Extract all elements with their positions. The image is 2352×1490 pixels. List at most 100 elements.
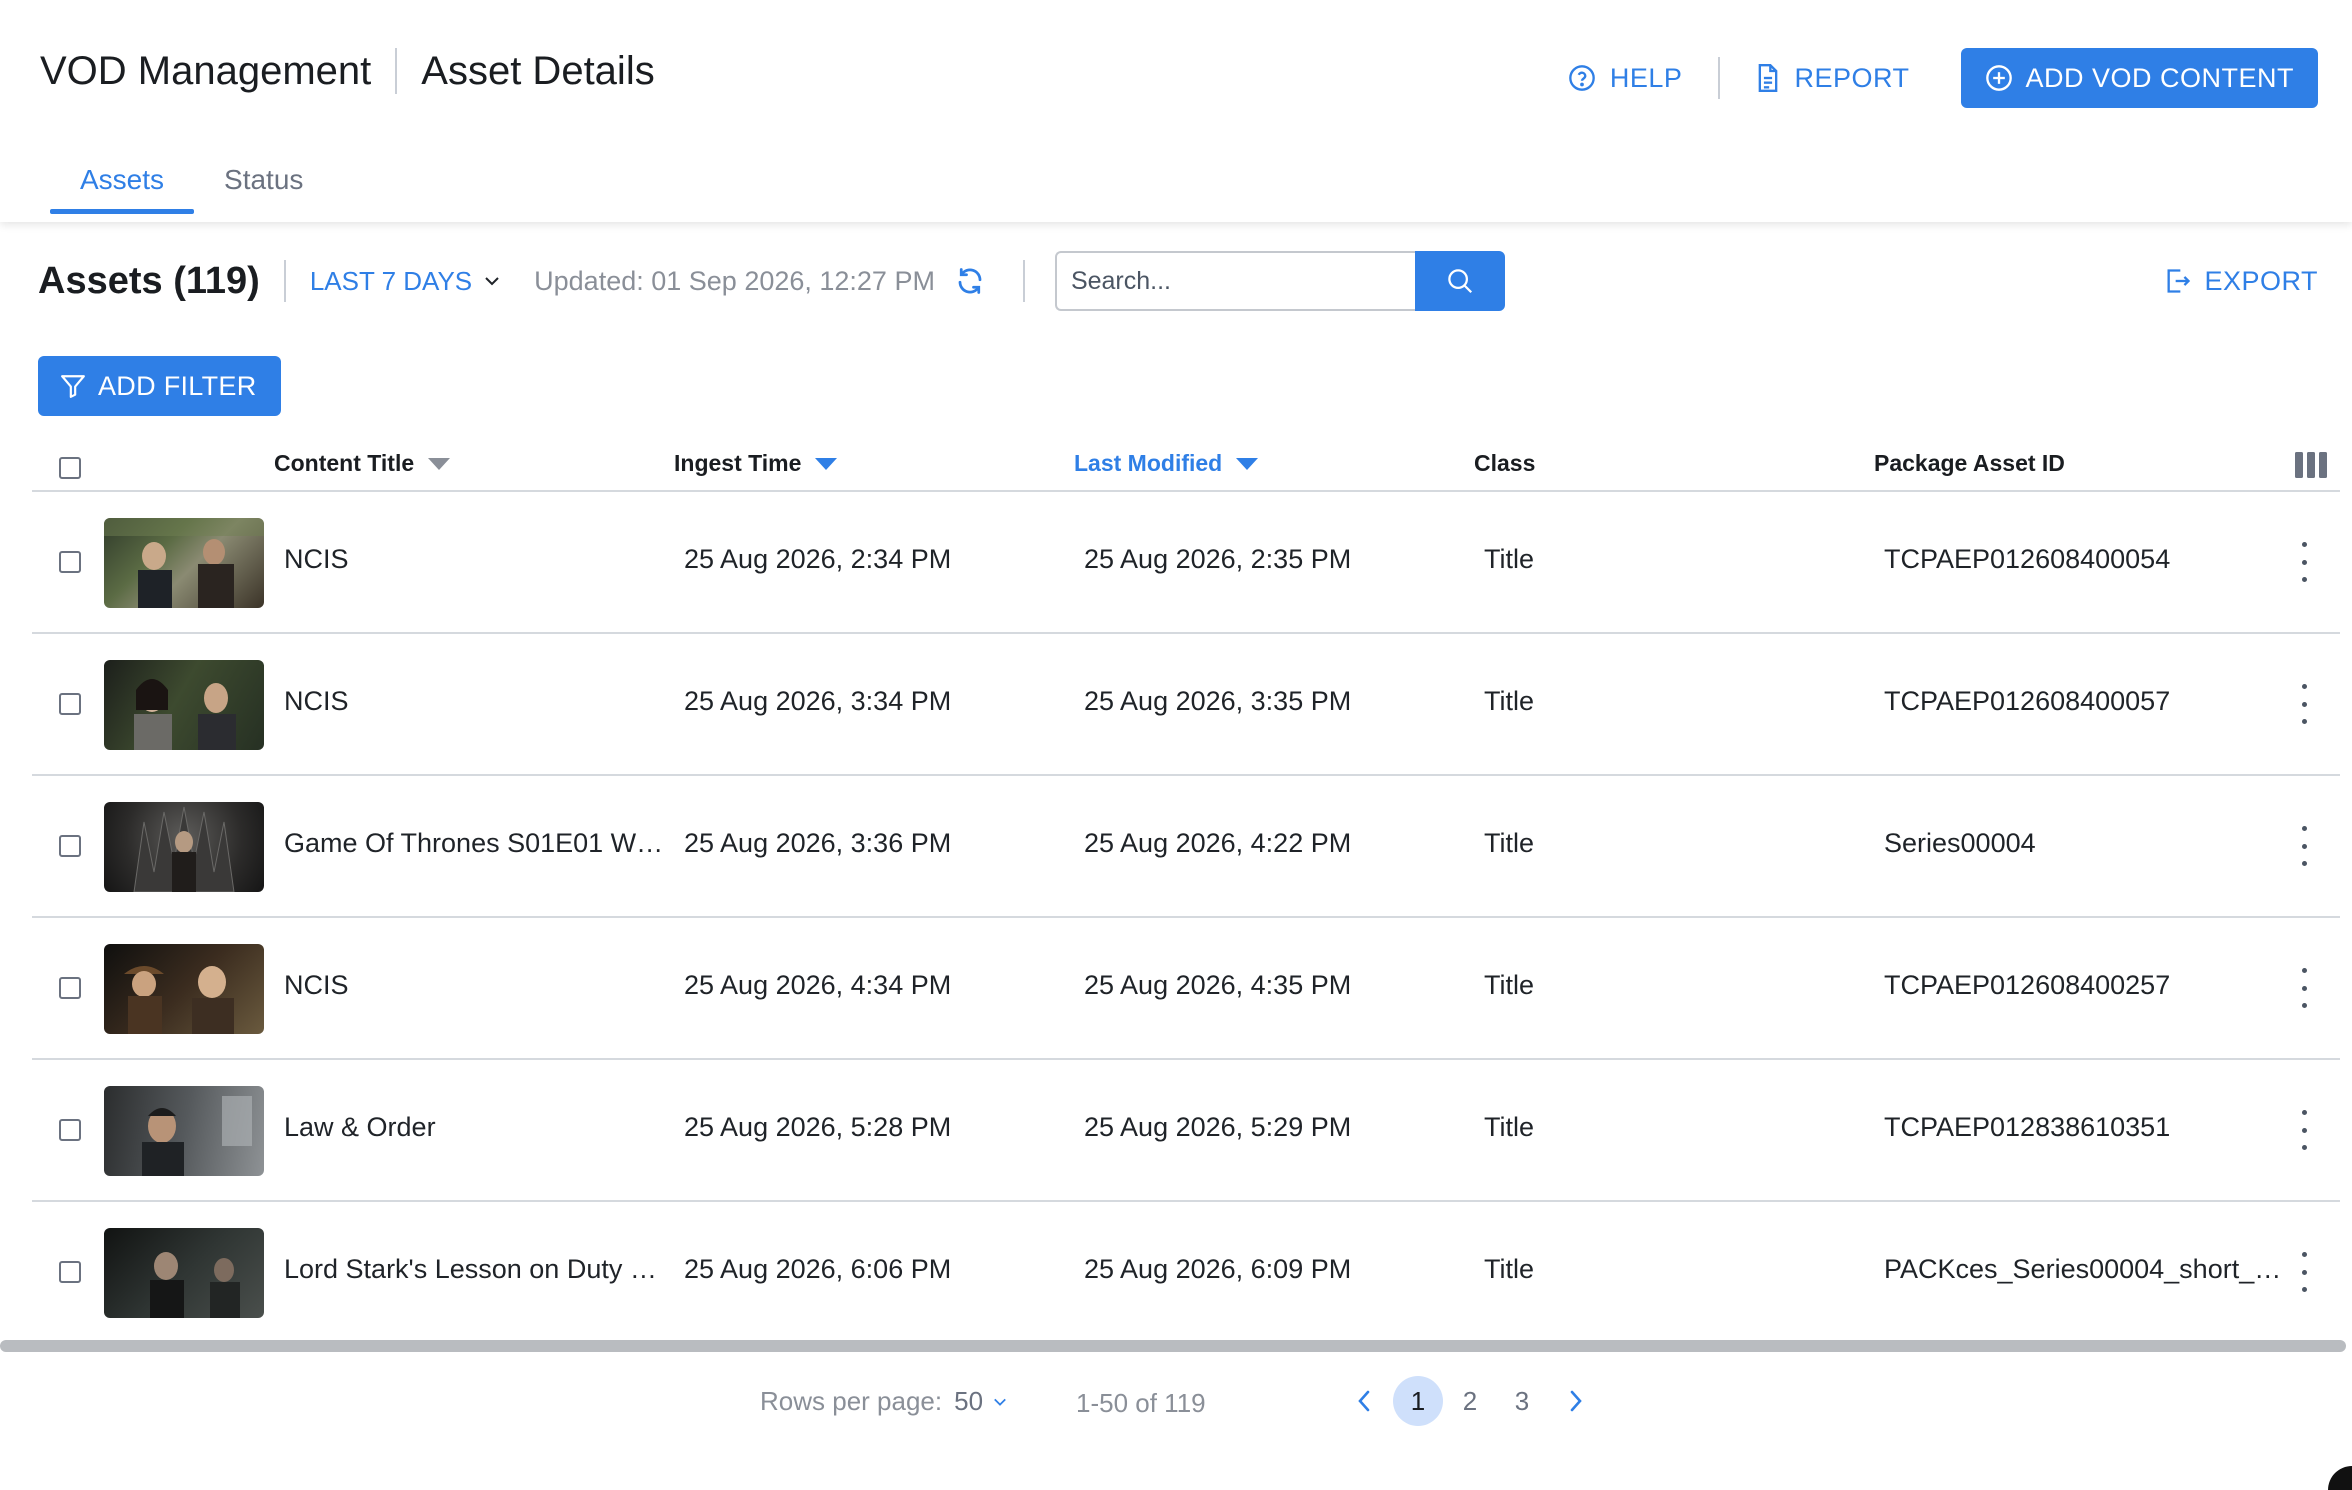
pagination-footer: Rows per page: 50 1-50 of 119 1 2 3: [0, 1352, 2352, 1490]
last-modified-cell: 25 Aug 2026, 5:29 PM: [1084, 1112, 1352, 1142]
filter-icon: [61, 375, 85, 398]
row-checkbox[interactable]: [59, 693, 81, 715]
page-header: VOD Management Asset Details HELP REPORT: [0, 0, 2352, 222]
column-header-package-asset-id[interactable]: Package Asset ID: [1874, 450, 2065, 477]
help-label: HELP: [1609, 62, 1683, 93]
table-header: Content Title Ingest Time Last Modified …: [32, 440, 2340, 492]
last-modified-cell: 25 Aug 2026, 4:35 PM: [1084, 970, 1352, 1000]
report-button[interactable]: REPORT: [1756, 63, 1909, 94]
package-asset-id-cell: PACKces_Series00004_short_…: [1884, 1254, 2282, 1284]
horizontal-scrollbar[interactable]: [0, 1340, 2346, 1352]
add-filter-label: ADD FILTER: [98, 370, 257, 401]
asset-thumbnail: [104, 944, 264, 1034]
refresh-button[interactable]: [955, 266, 985, 296]
header-divider: [1718, 57, 1721, 99]
content-title-cell: NCIS: [284, 544, 349, 574]
package-asset-id-cell: Series00004: [1884, 828, 2036, 858]
last-modified-cell: 25 Aug 2026, 2:35 PM: [1084, 544, 1352, 574]
add-vod-content-button[interactable]: ADD VOD CONTENT: [1961, 48, 2318, 108]
date-range-label: LAST 7 DAYS: [309, 265, 473, 296]
breadcrumb: VOD Management Asset Details: [40, 48, 655, 94]
page-button-2[interactable]: 2: [1445, 1376, 1495, 1426]
chevron-right-icon: [1570, 1390, 1582, 1412]
class-cell: Title: [1484, 544, 1535, 574]
table-row[interactable]: NCIS 25 Aug 2026, 4:34 PM 25 Aug 2026, 4…: [32, 918, 2340, 1060]
column-settings-button[interactable]: [2295, 452, 2327, 483]
row-menu-button[interactable]: [2294, 1110, 2314, 1150]
assets-count-heading: Assets (119): [38, 259, 260, 302]
previous-page-button[interactable]: [1344, 1376, 1384, 1426]
rows-per-page-select[interactable]: 50: [954, 1386, 1007, 1417]
add-filter-button[interactable]: ADD FILTER: [38, 356, 281, 416]
search-input[interactable]: [1054, 251, 1415, 311]
search-icon: [1448, 269, 1472, 294]
package-asset-id-cell: TCPAEP012608400054: [1884, 544, 2171, 574]
title-divider: [395, 48, 398, 94]
content-title-cell: NCIS: [284, 970, 349, 1000]
asset-thumbnail: [104, 518, 264, 608]
header-actions: HELP REPORT ADD VOD CONTENT: [1568, 48, 2318, 108]
pager: 1 2 3: [1336, 1376, 1604, 1426]
package-asset-id-cell: TCPAEP012608400257: [1884, 970, 2171, 1000]
table-row[interactable]: NCIS 25 Aug 2026, 3:34 PM 25 Aug 2026, 3…: [32, 634, 2340, 776]
export-button[interactable]: EXPORT: [2164, 266, 2318, 297]
row-menu-button[interactable]: [2294, 684, 2314, 724]
ingest-time-cell: 25 Aug 2026, 3:36 PM: [684, 828, 952, 858]
refresh-icon: [958, 268, 982, 294]
assets-table: Content Title Ingest Time Last Modified …: [32, 440, 2340, 1342]
tab-assets[interactable]: Assets: [50, 152, 195, 214]
row-checkbox[interactable]: [59, 551, 81, 573]
class-cell: Title: [1484, 970, 1535, 1000]
table-row[interactable]: Lord Stark's Lesson on Duty a… 25 Aug 20…: [32, 1202, 2340, 1342]
search-box: [1054, 251, 1505, 311]
ingest-time-cell: 25 Aug 2026, 2:34 PM: [684, 544, 952, 574]
row-menu-button[interactable]: [2294, 968, 2314, 1008]
package-asset-id-cell: TCPAEP012608400057: [1884, 686, 2171, 716]
pagination-range: 1-50 of 119: [1076, 1388, 1206, 1418]
assets-toolbar: Assets (119) LAST 7 DAYS Updated: 01 Sep…: [38, 250, 2318, 312]
rows-per-page: Rows per page: 50: [760, 1386, 1007, 1417]
content-title-cell: NCIS: [284, 686, 349, 716]
help-button[interactable]: HELP: [1568, 63, 1683, 94]
table-row[interactable]: Law & Order 25 Aug 2026, 5:28 PM 25 Aug …: [32, 1060, 2340, 1202]
row-menu-button[interactable]: [2294, 542, 2314, 582]
column-header-last-modified[interactable]: Last Modified: [1074, 450, 1259, 477]
select-all-checkbox[interactable]: [59, 457, 81, 479]
row-checkbox[interactable]: [59, 977, 81, 999]
page-button-3[interactable]: 3: [1497, 1376, 1547, 1426]
package-asset-id-cell: TCPAEP012838610351: [1884, 1112, 2171, 1142]
row-checkbox[interactable]: [59, 1261, 81, 1283]
column-label: Content Title: [274, 450, 415, 476]
tab-status[interactable]: Status: [194, 152, 333, 214]
rows-per-page-value: 50: [954, 1386, 984, 1416]
column-header-ingest-time[interactable]: Ingest Time: [674, 450, 838, 477]
date-range-dropdown[interactable]: LAST 7 DAYS: [310, 266, 500, 297]
ingest-time-cell: 25 Aug 2026, 3:34 PM: [684, 686, 952, 716]
column-header-content-title[interactable]: Content Title: [274, 450, 451, 477]
page-button-1[interactable]: 1: [1393, 1376, 1443, 1426]
page-title: Asset Details: [421, 48, 655, 93]
row-checkbox[interactable]: [59, 1119, 81, 1141]
row-checkbox[interactable]: [59, 835, 81, 857]
table-row[interactable]: Game Of Thrones S01E01 Wint… 25 Aug 2026…: [32, 776, 2340, 918]
table-row[interactable]: NCIS 25 Aug 2026, 2:34 PM 25 Aug 2026, 2…: [32, 492, 2340, 634]
chevron-left-icon: [1358, 1390, 1370, 1412]
sort-down-icon: [815, 457, 838, 470]
export-icon: [2167, 269, 2191, 293]
search-button[interactable]: [1414, 251, 1505, 311]
chevron-down-icon: [485, 277, 499, 286]
ingest-time-cell: 25 Aug 2026, 5:28 PM: [684, 1112, 952, 1142]
ingest-time-cell: 25 Aug 2026, 4:34 PM: [684, 970, 952, 1000]
next-page-button[interactable]: [1556, 1376, 1596, 1426]
plus-circle-icon: [1986, 65, 2013, 91]
window-corner: [2328, 1466, 2352, 1490]
chevron-down-icon: [994, 1398, 1006, 1406]
toolbar-divider-2: [1022, 260, 1025, 302]
row-menu-button[interactable]: [2294, 826, 2314, 866]
class-cell: Title: [1484, 1254, 1535, 1284]
row-menu-button[interactable]: [2294, 1252, 2314, 1292]
asset-thumbnail: [104, 1086, 264, 1176]
sort-down-icon: [428, 457, 451, 470]
sort-down-icon: [1236, 457, 1259, 470]
column-header-class[interactable]: Class: [1474, 450, 1535, 477]
